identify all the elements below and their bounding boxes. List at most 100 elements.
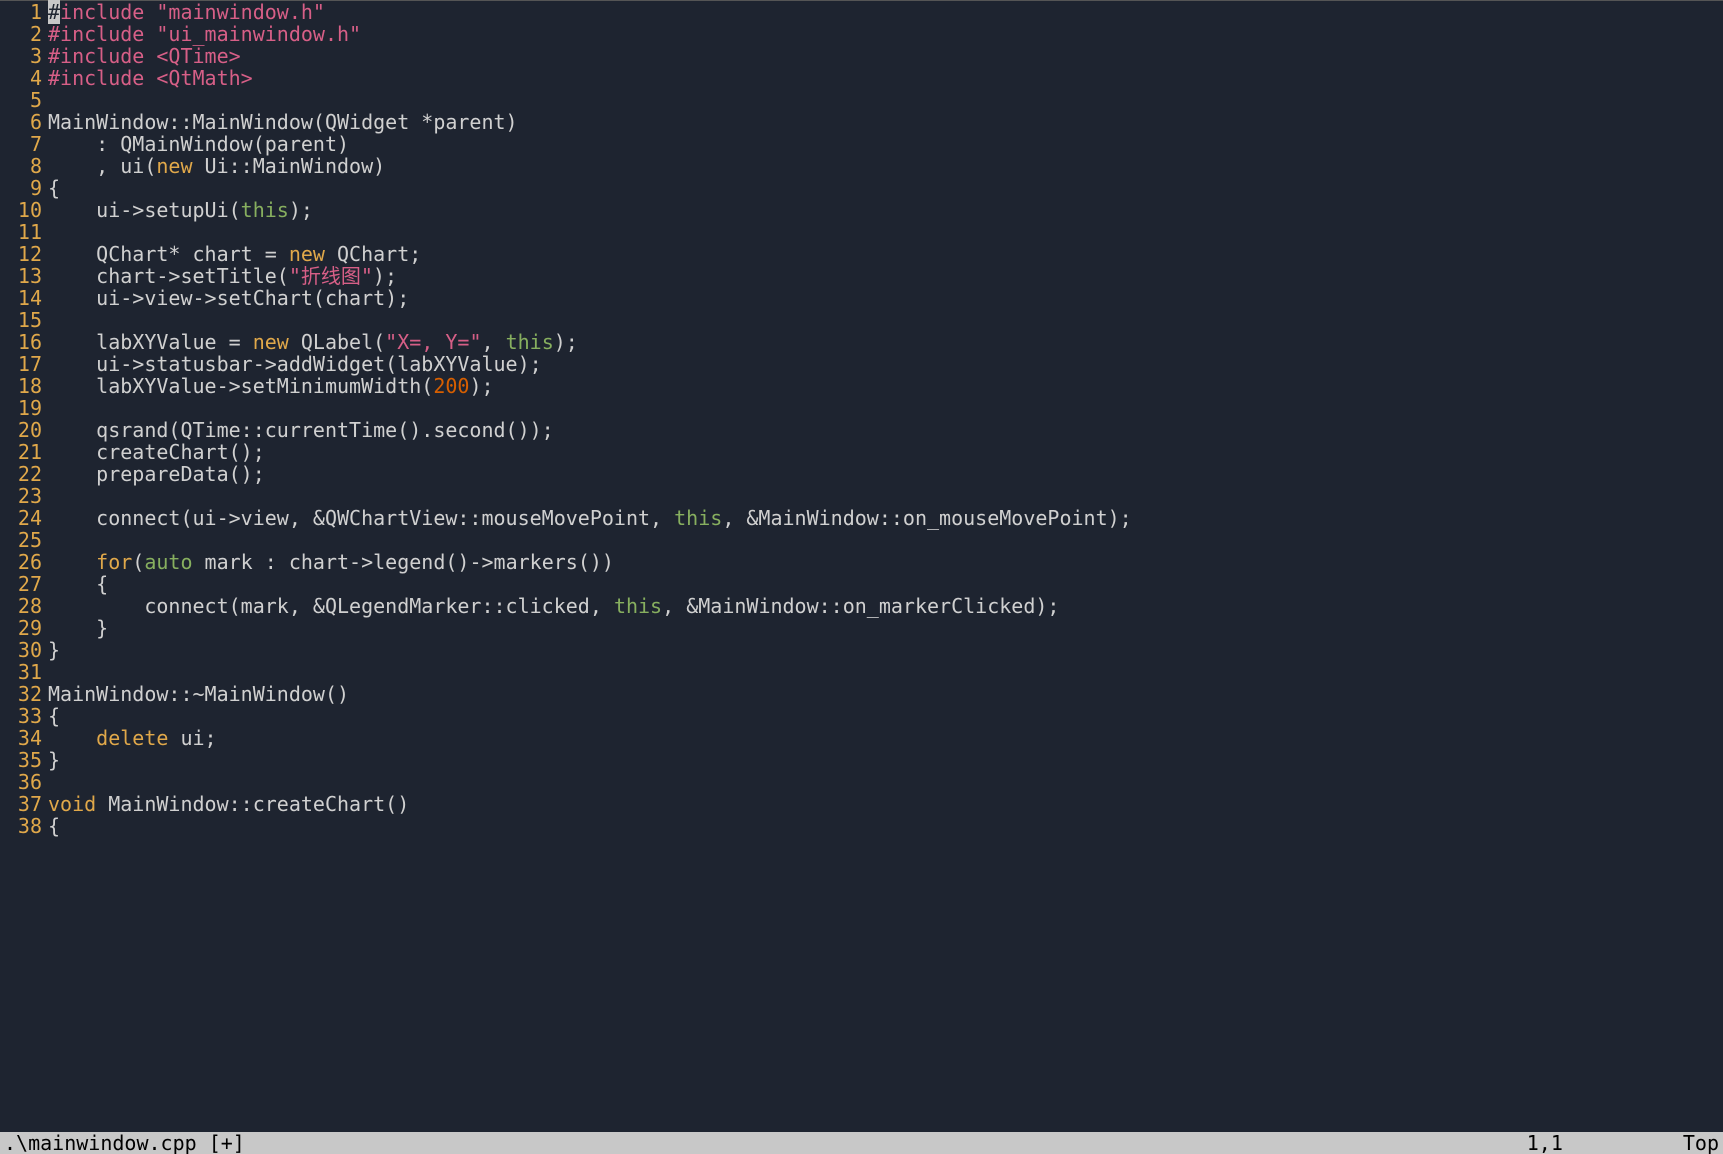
line-number: 25 [0,529,48,551]
code-content[interactable]: , ui(new Ui::MainWindow) [48,155,1723,177]
code-line[interactable]: 30} [0,639,1723,661]
code-line[interactable]: 14 ui->view->setChart(chart); [0,287,1723,309]
code-line[interactable]: 15 [0,309,1723,331]
code-content[interactable] [48,485,1723,507]
line-number: 30 [0,639,48,661]
code-content[interactable]: labXYValue->setMinimumWidth(200); [48,375,1723,397]
line-number: 23 [0,485,48,507]
code-content[interactable] [48,309,1723,331]
line-number: 27 [0,573,48,595]
line-number: 2 [0,23,48,45]
code-content[interactable]: } [48,749,1723,771]
code-line[interactable]: 3#include <QTime> [0,45,1723,67]
line-number: 13 [0,265,48,287]
code-content[interactable] [48,397,1723,419]
code-line[interactable]: 5 [0,89,1723,111]
code-line[interactable]: 7 : QMainWindow(parent) [0,133,1723,155]
line-number: 37 [0,793,48,815]
line-number: 5 [0,89,48,111]
code-line[interactable]: 28 connect(mark, &QLegendMarker::clicked… [0,595,1723,617]
line-number: 4 [0,67,48,89]
code-content[interactable]: #include <QtMath> [48,67,1723,89]
code-line[interactable]: 12 QChart* chart = new QChart; [0,243,1723,265]
status-cursor-position: 1,1 [1527,1132,1683,1154]
line-number: 31 [0,661,48,683]
code-line[interactable]: 38{ [0,815,1723,837]
code-content[interactable]: : QMainWindow(parent) [48,133,1723,155]
code-line[interactable]: 21 createChart(); [0,441,1723,463]
code-editor[interactable]: 1#include "mainwindow.h"2#include "ui_ma… [0,0,1723,837]
line-number: 29 [0,617,48,639]
code-line[interactable]: 25 [0,529,1723,551]
code-line[interactable]: 11 [0,221,1723,243]
code-content[interactable]: delete ui; [48,727,1723,749]
code-content[interactable] [48,771,1723,793]
code-content[interactable]: qsrand(QTime::currentTime().second()); [48,419,1723,441]
code-line[interactable]: 17 ui->statusbar->addWidget(labXYValue); [0,353,1723,375]
code-line[interactable]: 18 labXYValue->setMinimumWidth(200); [0,375,1723,397]
code-line[interactable]: 27 { [0,573,1723,595]
code-content[interactable]: ui->statusbar->addWidget(labXYValue); [48,353,1723,375]
code-line[interactable]: 23 [0,485,1723,507]
code-content[interactable]: chart->setTitle("折线图"); [48,265,1723,287]
code-content[interactable] [48,221,1723,243]
line-number: 34 [0,727,48,749]
code-content[interactable]: ui->view->setChart(chart); [48,287,1723,309]
code-line[interactable]: 35} [0,749,1723,771]
code-content[interactable]: { [48,177,1723,199]
code-line[interactable]: 6MainWindow::MainWindow(QWidget *parent) [0,111,1723,133]
code-line[interactable]: 1#include "mainwindow.h" [0,0,1723,23]
code-line[interactable]: 16 labXYValue = new QLabel("X=, Y=", thi… [0,331,1723,353]
code-content[interactable]: ui->setupUi(this); [48,199,1723,221]
code-line[interactable]: 2#include "ui_mainwindow.h" [0,23,1723,45]
code-line[interactable]: 24 connect(ui->view, &QWChartView::mouse… [0,507,1723,529]
code-line[interactable]: 13 chart->setTitle("折线图"); [0,265,1723,287]
code-line[interactable]: 32MainWindow::~MainWindow() [0,683,1723,705]
code-line[interactable]: 29 } [0,617,1723,639]
code-line[interactable]: 4#include <QtMath> [0,67,1723,89]
code-content[interactable] [48,661,1723,683]
code-content[interactable]: createChart(); [48,441,1723,463]
code-content[interactable]: { [48,705,1723,727]
line-number: 17 [0,353,48,375]
code-content[interactable]: #include <QTime> [48,45,1723,67]
code-content[interactable]: } [48,639,1723,661]
code-line[interactable]: 33{ [0,705,1723,727]
code-content[interactable]: prepareData(); [48,463,1723,485]
code-content[interactable]: for(auto mark : chart->legend()->markers… [48,551,1723,573]
code-line[interactable]: 22 prepareData(); [0,463,1723,485]
code-line[interactable]: 26 for(auto mark : chart->legend()->mark… [0,551,1723,573]
line-number: 9 [0,177,48,199]
code-line[interactable]: 19 [0,397,1723,419]
code-content[interactable]: } [48,617,1723,639]
line-number: 36 [0,771,48,793]
code-content[interactable] [48,89,1723,111]
code-content[interactable]: { [48,573,1723,595]
code-content[interactable] [48,529,1723,551]
code-line[interactable]: 36 [0,771,1723,793]
code-content[interactable]: void MainWindow::createChart() [48,793,1723,815]
code-line[interactable]: 8 , ui(new Ui::MainWindow) [0,155,1723,177]
code-content[interactable]: connect(mark, &QLegendMarker::clicked, t… [48,595,1723,617]
line-number: 8 [0,155,48,177]
code-line[interactable]: 37void MainWindow::createChart() [0,793,1723,815]
line-number: 24 [0,507,48,529]
code-line[interactable]: 10 ui->setupUi(this); [0,199,1723,221]
status-scroll: Top [1683,1132,1719,1154]
line-number: 3 [0,45,48,67]
code-line[interactable]: 9{ [0,177,1723,199]
code-content[interactable]: labXYValue = new QLabel("X=, Y=", this); [48,331,1723,353]
line-number: 19 [0,397,48,419]
code-content[interactable]: MainWindow::MainWindow(QWidget *parent) [48,111,1723,133]
code-content[interactable]: QChart* chart = new QChart; [48,243,1723,265]
code-content[interactable]: #include "mainwindow.h" [48,1,1723,23]
line-number: 16 [0,331,48,353]
code-content[interactable]: #include "ui_mainwindow.h" [48,23,1723,45]
code-content[interactable]: connect(ui->view, &QWChartView::mouseMov… [48,507,1723,529]
code-content[interactable]: MainWindow::~MainWindow() [48,683,1723,705]
code-line[interactable]: 31 [0,661,1723,683]
line-number: 35 [0,749,48,771]
code-content[interactable]: { [48,815,1723,837]
code-line[interactable]: 20 qsrand(QTime::currentTime().second())… [0,419,1723,441]
code-line[interactable]: 34 delete ui; [0,727,1723,749]
